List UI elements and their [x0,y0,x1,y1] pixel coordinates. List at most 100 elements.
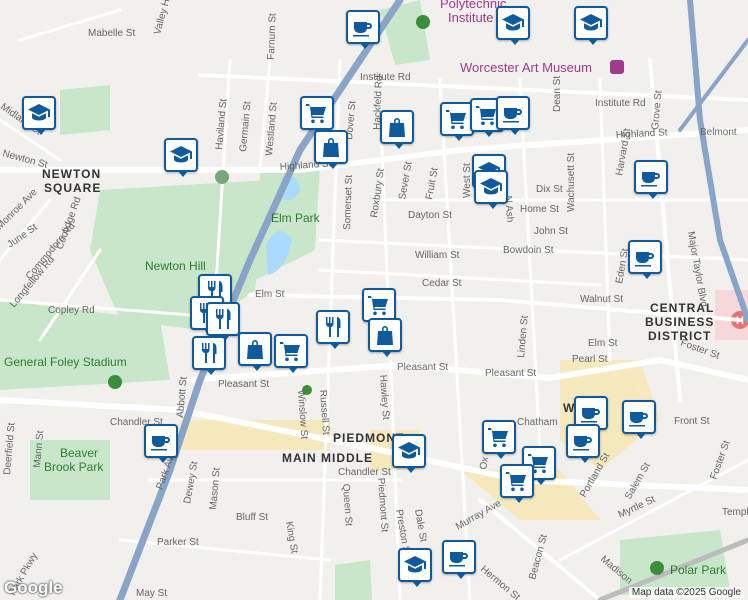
street-bluff: Bluff St [236,512,268,523]
street-major-taylor: Major Taylor Blvd [685,231,709,308]
park-brook-park: Brook Park [44,460,104,474]
cafe-icon [579,401,603,425]
school-icon [403,553,427,577]
restaurant-icon [197,341,221,365]
shopping-cart-icon [305,101,329,125]
street-chandler-e: Chandler St [338,467,391,478]
park-newton-hill: Newton Hill [145,259,206,273]
park-polar-park: Polar Park [670,563,727,577]
district-business: BUSINESS [645,315,714,329]
map-attribution[interactable]: Map data ©2025 Google [628,587,744,598]
cafe-icon [351,15,375,39]
map-marker-cafe[interactable] [496,96,530,135]
map-marker-school[interactable] [398,548,432,587]
street-pleasant-w: Pleasant St [218,379,269,390]
map-marker-school[interactable] [22,96,56,135]
map-marker-cafe[interactable] [628,240,662,279]
cafe-icon [639,165,663,189]
school-icon [479,175,503,199]
street-parker: Parker St [157,537,199,548]
street-chatham: Chatham [517,417,558,428]
google-logo: Google [4,578,63,597]
street-somerset: Somerset St [342,175,355,231]
shopping-cart-icon [279,339,303,363]
map-marker-cafe[interactable] [144,424,178,463]
school-icon [397,439,421,463]
map-marker-shopping-cart[interactable] [362,288,396,327]
shopping-cart-icon [445,107,469,131]
street-foster-2: Foster St [708,439,732,481]
map-marker-cafe[interactable] [566,424,600,463]
cafe-icon [447,545,471,569]
stadium-icon[interactable] [108,375,122,389]
map-marker-restaurant[interactable] [206,302,240,341]
map-marker-school[interactable] [496,6,530,45]
map-marker-school[interactable] [574,6,608,45]
shopping-cart-icon [367,293,391,317]
street-haviland: Haviland St [214,98,229,150]
street-linden: Linden St [516,315,531,358]
shopping-bag-icon [319,135,343,159]
shopping-cart-icon [487,425,511,449]
street-pleasant-m: Pleasant St [397,362,448,373]
district-newton-square-2: SQUARE [44,181,101,195]
street-sever: Sever St [397,161,415,201]
cafe-icon [571,429,595,453]
university-icon[interactable] [416,15,430,29]
map-marker-cafe[interactable] [622,400,656,439]
map-marker-shopping-cart[interactable] [274,334,308,373]
district-newton-square: NEWTON [42,167,101,181]
street-pearl: Pearl St [572,354,608,365]
street-germain: Germain St [238,101,253,153]
street-william: William St [415,250,460,261]
park-beaver: Beaver [60,446,98,460]
park-elm-park: Elm Park [271,211,321,225]
map-marker-shopping-bag[interactable] [368,318,402,357]
map-marker-shopping-bag[interactable] [314,130,348,169]
street-dayton: Dayton St [408,210,452,221]
museum-icon[interactable] [610,60,624,74]
street-mabelle: Mabelle St [88,28,135,39]
street-piedmont: Piedmont St [375,477,390,532]
street-cedar: Cedar St [422,278,462,289]
map-marker-cafe[interactable] [442,540,476,579]
street-myrtle: Myrtle St [617,494,658,521]
street-valley-hill: Valley Hill [152,0,174,36]
street-institute-e: Institute Rd [595,98,646,109]
cafe-icon [501,101,525,125]
park-icon[interactable] [215,170,229,184]
street-deerfield: Deerfield St [2,422,18,475]
shopping-bag-icon [373,323,397,347]
school-icon [27,101,51,125]
shopping-cart-icon [505,469,529,493]
street-farnum: Farnum St [266,13,279,60]
map-marker-shopping-cart[interactable] [482,420,516,459]
street-dale: Dale St [412,509,429,543]
map-marker-restaurant[interactable] [192,336,226,375]
park-general-foley: General Foley Stadium [4,355,127,369]
shopping-bag-icon [243,337,267,361]
map-marker-school[interactable] [392,434,426,473]
map-marker-school[interactable] [164,138,198,177]
map-marker-shopping-bag[interactable] [380,110,414,149]
cafe-icon [627,405,651,429]
street-wachusett: Wachusett St [566,153,577,212]
cafe-icon [633,245,657,269]
shopping-bag-icon [385,115,409,139]
map-marker-restaurant[interactable] [316,310,350,349]
street-institute-w: Institute Rd [360,72,411,83]
street-hawley: Hawley St [377,374,391,420]
school-icon [579,11,603,35]
restaurant-icon [321,315,345,339]
street-home: Home St [520,204,559,215]
map-marker-shopping-cart[interactable] [500,464,534,503]
map-marker-cafe[interactable] [634,160,668,199]
polar-park-icon[interactable] [650,561,664,575]
district-district: DISTRICT [648,329,711,343]
map-marker-cafe[interactable] [346,10,380,49]
map-marker-shopping-bag[interactable] [238,332,272,371]
map-marker-school[interactable] [474,170,508,209]
map-marker-shopping-cart[interactable] [300,96,334,135]
map-marker-shopping-cart[interactable] [440,102,474,141]
cafe-icon [149,429,173,453]
